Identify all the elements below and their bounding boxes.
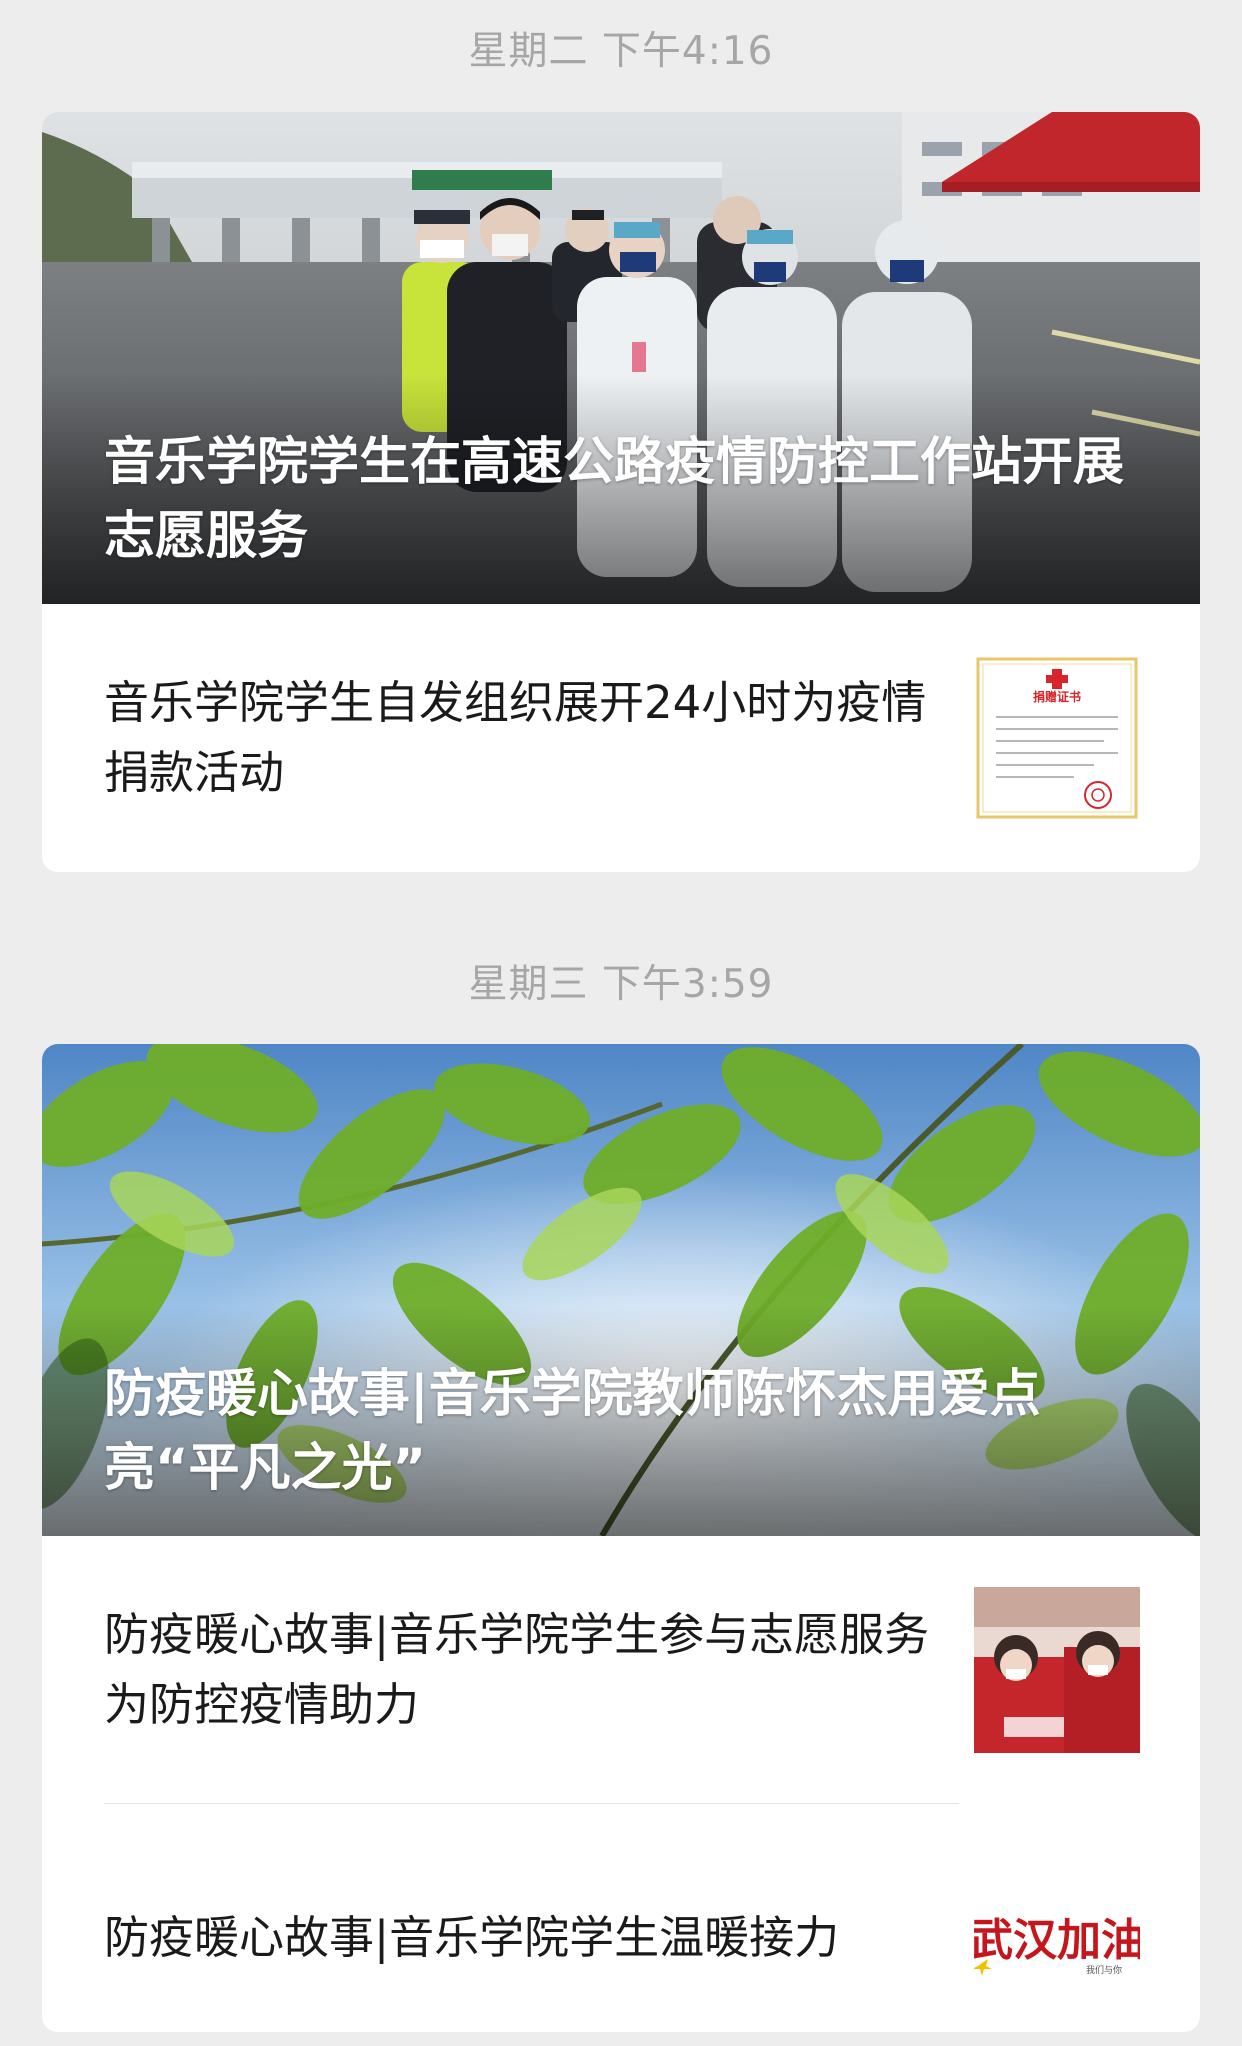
hero-article-2[interactable]: 防疫暖心故事|音乐学院教师陈怀杰用爱点亮“平凡之光” xyxy=(42,1044,1200,1536)
wuhan-jiayou-caption: 我们与你 xyxy=(1086,1964,1122,1976)
thumbnail-volunteers xyxy=(974,1587,1140,1753)
article-card-1: 音乐学院学生在高速公路疫情防控工作站开展志愿服务 音乐学院学生自发组织展开24小… xyxy=(42,112,1200,872)
list-item-volunteer-service[interactable]: 防疫暖心故事|音乐学院学生参与志愿服务为防控疫情助力 xyxy=(42,1536,1200,1804)
list-item-donation[interactable]: 音乐学院学生自发组织展开24小时为疫情捐款活动 捐赠证书 xyxy=(42,604,1200,872)
hero-title: 防疫暖心故事|音乐学院教师陈怀杰用爱点亮“平凡之光” xyxy=(104,1365,1041,1498)
thumbnail-donation-certificate: 捐赠证书 xyxy=(974,655,1140,821)
hero-title: 音乐学院学生在高速公路疫情防控工作站开展志愿服务 xyxy=(104,433,1125,566)
item-title: 音乐学院学生自发组织展开24小时为疫情捐款活动 xyxy=(104,676,927,799)
thumbnail-wuhan-jiayou: 武汉加油 我们与你 xyxy=(974,1855,1140,2021)
list-item-warm-relay[interactable]: 防疫暖心故事|音乐学院学生温暖接力 武汉加油 我们与你 xyxy=(42,1804,1200,2032)
item-title: 防疫暖心故事|音乐学院学生温暖接力 xyxy=(104,1911,840,1964)
item-title: 防疫暖心故事|音乐学院学生参与志愿服务为防控疫情助力 xyxy=(104,1608,930,1731)
hero-article-1[interactable]: 音乐学院学生在高速公路疫情防控工作站开展志愿服务 xyxy=(42,112,1200,604)
wuhan-jiayou-text: 武汉加油 xyxy=(974,1915,1140,1966)
certificate-heading: 捐赠证书 xyxy=(1033,689,1081,704)
timestamp-wednesday: 星期三 下午3:59 xyxy=(468,962,774,1007)
article-card-2: 防疫暖心故事|音乐学院教师陈怀杰用爱点亮“平凡之光” 防疫暖心故事|音乐学院学生… xyxy=(42,1044,1200,2032)
timestamp-tuesday: 星期二 下午4:16 xyxy=(468,29,774,74)
